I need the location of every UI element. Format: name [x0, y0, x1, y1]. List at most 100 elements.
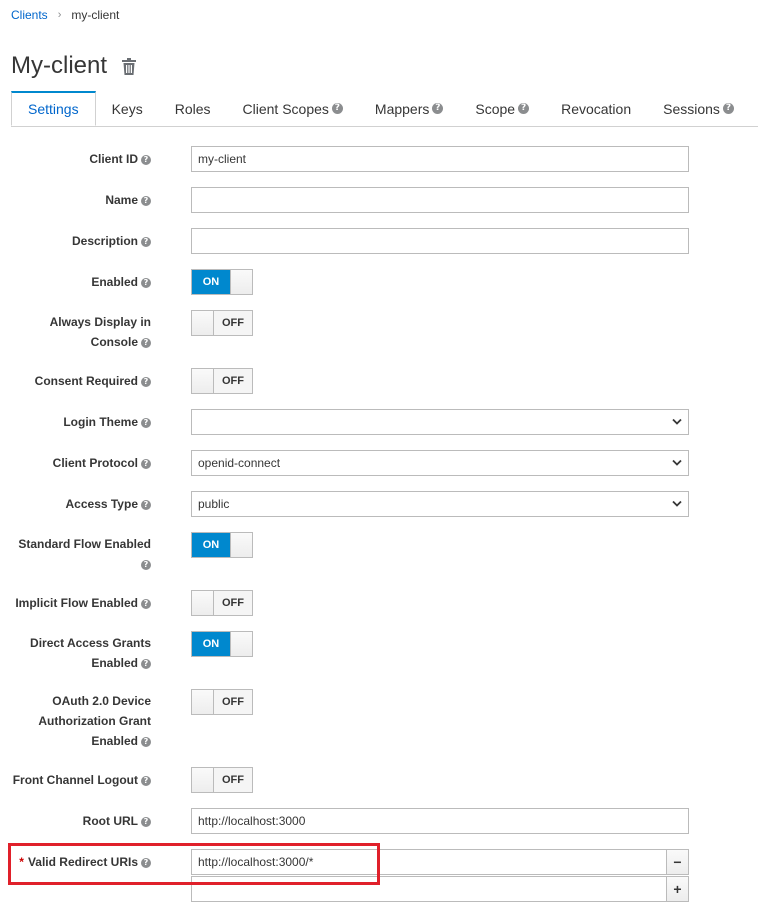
redirect-uri-new-input[interactable]	[191, 876, 667, 902]
toggle-knob	[192, 591, 214, 615]
toggle-knob	[230, 632, 252, 656]
toggle-state: OFF	[214, 768, 252, 792]
toggle-knob	[192, 768, 214, 792]
help-icon[interactable]: ?	[141, 499, 151, 510]
chevron-down-icon	[672, 500, 682, 507]
toggle-knob	[230, 533, 252, 557]
front-channel-toggle[interactable]: OFF	[191, 767, 253, 793]
name-input[interactable]	[191, 187, 689, 213]
toggle-state: OFF	[214, 369, 252, 393]
trash-icon[interactable]	[121, 57, 137, 75]
breadcrumb: Clients › my-client	[11, 8, 119, 22]
tab-label: Revocation	[561, 100, 632, 117]
standard-flow-toggle[interactable]: ON	[191, 532, 253, 558]
tab-mappers[interactable]: Mappers ?	[359, 92, 459, 125]
toggle-state: OFF	[214, 311, 252, 335]
enabled-toggle[interactable]: ON	[191, 269, 253, 295]
client-id-label: Client ID?	[89, 149, 151, 169]
oauth-device-toggle[interactable]: OFF	[191, 689, 253, 715]
help-icon[interactable]: ?	[432, 103, 444, 114]
remove-uri-button[interactable]: −	[666, 849, 689, 875]
tab-label: Sessions	[663, 100, 720, 117]
help-icon[interactable]: ?	[141, 816, 151, 827]
client-protocol-label: Client Protocol?	[53, 453, 151, 473]
page-title: My-client	[11, 52, 108, 79]
tab-client-scopes[interactable]: Client Scopes ?	[227, 92, 359, 125]
help-icon[interactable]: ?	[141, 417, 151, 428]
help-icon[interactable]: ?	[722, 103, 734, 114]
consent-required-label: Consent Required?	[35, 371, 151, 391]
toggle-state: OFF	[214, 591, 252, 615]
redirect-uri-input[interactable]: http://localhost:3000/*	[191, 849, 667, 875]
help-icon[interactable]: ?	[141, 337, 151, 348]
standard-flow-label: Standard Flow Enabled?	[18, 537, 151, 570]
breadcrumb-separator: ›	[57, 9, 62, 21]
tab-bar: Settings Keys Roles Client Scopes ? Mapp…	[11, 91, 758, 127]
login-theme-label: Login Theme?	[63, 412, 151, 432]
oauth-device-label: OAuth 2.0 Device Authorization Grant Ena…	[38, 694, 151, 748]
help-icon[interactable]: ?	[141, 195, 151, 206]
direct-access-label: Direct Access Grants Enabled?	[30, 636, 151, 670]
help-icon[interactable]: ?	[141, 598, 151, 609]
help-icon[interactable]: ?	[518, 103, 530, 114]
root-url-input[interactable]: http://localhost:3000	[191, 808, 689, 834]
client-protocol-select[interactable]: openid-connect	[191, 450, 689, 476]
help-icon[interactable]: ?	[141, 236, 151, 247]
tab-revocation[interactable]: Revocation	[545, 92, 647, 125]
help-icon[interactable]: ?	[141, 857, 151, 868]
chevron-down-icon	[672, 418, 682, 425]
front-channel-label: Front Channel Logout?	[13, 770, 151, 790]
help-icon[interactable]: ?	[141, 658, 151, 669]
tab-label: Roles	[174, 100, 211, 117]
toggle-knob	[192, 690, 214, 714]
tab-label: Settings	[28, 101, 79, 117]
toggle-knob	[230, 270, 252, 294]
description-input[interactable]	[191, 228, 689, 254]
help-icon[interactable]: ?	[141, 458, 151, 469]
redirect-uri-row: +	[191, 876, 689, 902]
help-icon[interactable]: ?	[141, 277, 151, 288]
select-value: openid-connect	[198, 456, 281, 470]
toggle-state: ON	[192, 533, 230, 557]
direct-access-toggle[interactable]: ON	[191, 631, 253, 657]
help-icon[interactable]: ?	[141, 775, 151, 786]
tab-label: Scope	[475, 100, 516, 117]
help-icon[interactable]: ?	[331, 103, 343, 114]
tab-scope[interactable]: Scope ?	[459, 92, 545, 125]
redirect-uri-row: http://localhost:3000/* −	[191, 849, 689, 875]
tab-settings[interactable]: Settings	[11, 91, 96, 126]
always-display-toggle[interactable]: OFF	[191, 310, 253, 336]
help-icon[interactable]: ?	[141, 736, 151, 747]
add-uri-button[interactable]: +	[666, 876, 689, 902]
toggle-state: OFF	[214, 690, 252, 714]
breadcrumb-current: my-client	[71, 8, 120, 22]
access-type-label: Access Type?	[66, 494, 151, 514]
implicit-flow-label: Implicit Flow Enabled?	[15, 593, 151, 613]
select-value: public	[198, 497, 230, 511]
breadcrumb-clients-link[interactable]: Clients	[11, 8, 48, 22]
toggle-knob	[192, 311, 214, 335]
tab-label: Keys	[111, 100, 143, 117]
tab-keys[interactable]: Keys	[96, 92, 159, 125]
tab-roles[interactable]: Roles	[159, 92, 227, 125]
toggle-state: ON	[192, 270, 230, 294]
login-theme-select[interactable]	[191, 409, 689, 435]
tab-label: Mappers	[374, 100, 430, 117]
name-label: Name?	[105, 190, 151, 210]
tab-sessions[interactable]: Sessions ?	[647, 92, 750, 125]
help-icon[interactable]: ?	[141, 154, 151, 165]
consent-required-toggle[interactable]: OFF	[191, 368, 253, 394]
chevron-down-icon	[672, 459, 682, 466]
always-display-label: Always Display in Console?	[49, 315, 151, 349]
tab-label: Client Scopes	[242, 100, 329, 117]
valid-redirect-label: * Valid Redirect URIs?	[19, 852, 151, 872]
description-label: Description?	[72, 231, 151, 251]
client-id-input[interactable]: my-client	[191, 146, 689, 172]
help-icon[interactable]: ?	[141, 559, 151, 570]
access-type-select[interactable]: public	[191, 491, 689, 517]
required-marker: *	[19, 855, 24, 869]
toggle-state: ON	[192, 632, 230, 656]
implicit-flow-toggle[interactable]: OFF	[191, 590, 253, 616]
toggle-knob	[192, 369, 214, 393]
help-icon[interactable]: ?	[141, 376, 151, 387]
